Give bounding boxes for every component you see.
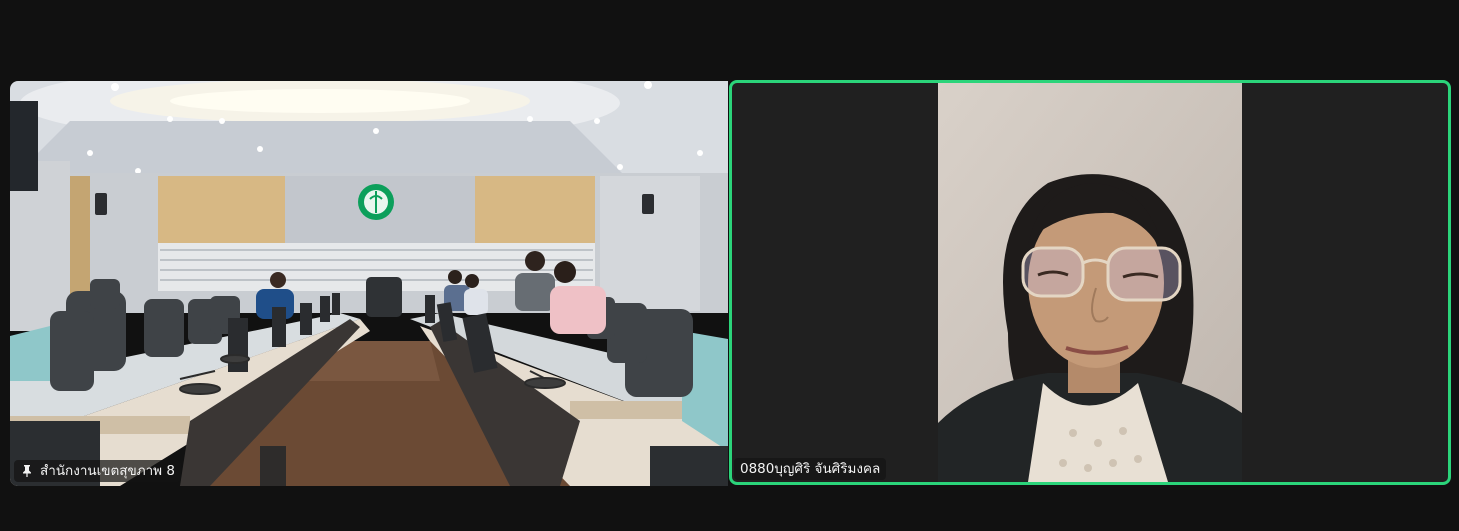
participant-name: สำนักงานเขตสุขภาพ 8 (40, 463, 175, 479)
participant-tile-active-speaker[interactable]: 0880บุญศิริ จันศิริมงคล (729, 80, 1451, 485)
pin-icon[interactable] (20, 464, 34, 478)
video-feed-speaker (938, 83, 1242, 482)
participant-name: 0880บุญศิริ จันศิริมงคล (740, 461, 881, 477)
participant-name-label: สำนักงานเขตสุขภาพ 8 (14, 460, 181, 482)
participant-tile-room[interactable]: สำนักงานเขตสุขภาพ 8 (10, 81, 728, 486)
participant-name-label: 0880บุญศิริ จันศิริมงคล (734, 458, 887, 480)
video-feed-room (10, 81, 728, 486)
